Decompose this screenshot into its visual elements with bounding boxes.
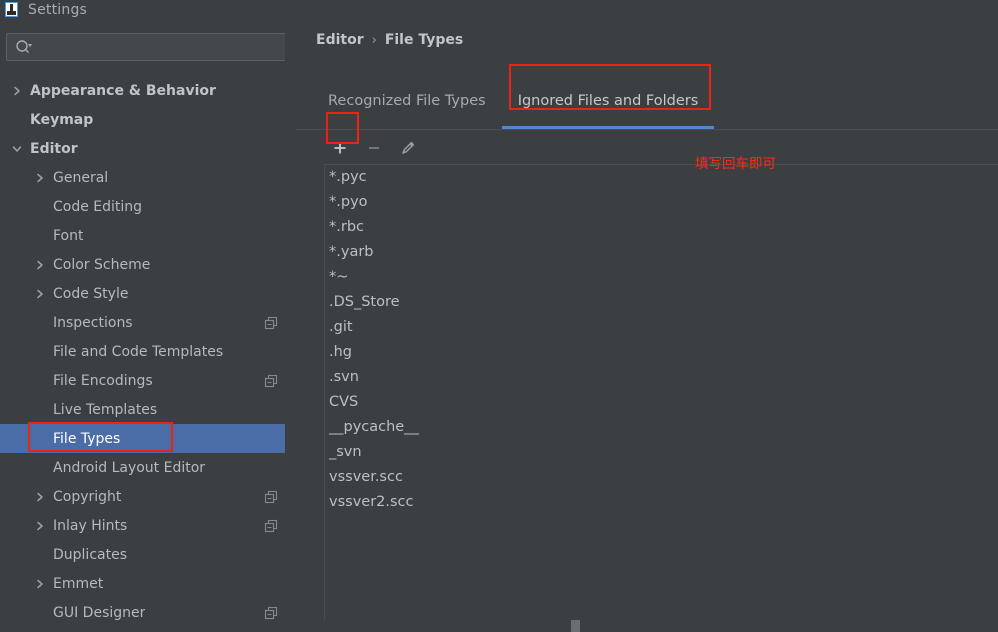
breadcrumb: Editor › File Types (316, 32, 463, 48)
sidebar-item-label: File Types (53, 430, 121, 447)
settings-tree[interactable]: Appearance & Behavior Keymap Editor General… (0, 76, 296, 620)
sidebar-item-label: Keymap (30, 111, 94, 128)
list-item[interactable]: *~ (325, 265, 998, 290)
sidebar-item-file-encodings[interactable]: File Encodings (0, 366, 296, 395)
sidebar-item-emmet[interactable]: Emmet (0, 569, 296, 598)
copy-settings-icon[interactable] (264, 490, 278, 504)
ignored-files-list[interactable]: *.pyc *.pyo *.rbc *.yarb *~ .DS_Store .git .hg.… (324, 165, 998, 620)
minus-icon (369, 146, 379, 149)
sidebar-item-editor[interactable]: Editor (0, 134, 296, 163)
sidebar-item-label: Code Style (53, 285, 129, 302)
settings-main-panel: Editor › File Types Recognized File Type… (296, 22, 998, 620)
list-item[interactable]: *.pyc (325, 165, 998, 190)
add-button[interactable] (326, 134, 354, 161)
list-item[interactable]: .DS_Store (325, 290, 998, 315)
sidebar-item-label: Inlay Hints (53, 517, 128, 534)
chevron-right-icon[interactable] (33, 258, 47, 272)
sidebar-item-label: General (53, 169, 109, 186)
sidebar-scrollbar-track[interactable] (285, 22, 580, 632)
active-tab-underline (501, 126, 715, 129)
chevron-right-icon[interactable] (33, 519, 47, 533)
list-item[interactable]: CVS (325, 390, 998, 415)
sidebar-item-label: Editor (30, 140, 78, 157)
remove-button[interactable] (360, 134, 388, 161)
sidebar-item-general[interactable]: General (0, 163, 296, 192)
sidebar-item-label: Live Templates (53, 401, 158, 418)
tab-bar: Recognized File Types Ignored Files and F… (312, 84, 715, 130)
chevron-right-icon[interactable] (33, 287, 47, 301)
list-item[interactable]: vssver.scc (325, 465, 998, 490)
chevron-right-icon: › (371, 32, 377, 48)
sidebar-item-label: Duplicates (53, 546, 127, 563)
sidebar-item-duplicates[interactable]: Duplicates (0, 540, 296, 569)
list-item[interactable]: .svn (325, 365, 998, 390)
sidebar-item-copyright[interactable]: Copyright (0, 482, 296, 511)
sidebar-item-label: Copyright (53, 488, 122, 505)
pencil-icon (402, 141, 415, 154)
sidebar-item-label: Code Editing (53, 198, 143, 215)
settings-window-icon (4, 2, 20, 18)
list-item[interactable]: *.pyo (325, 190, 998, 215)
sidebar-item-code-editing[interactable]: Code Editing (0, 192, 296, 221)
search-field-wrapper (6, 33, 286, 61)
list-item[interactable]: .git (325, 315, 998, 340)
window-titlebar: Settings (0, 0, 998, 22)
tab-ignored-files-and-folders[interactable]: Ignored Files and Folders (501, 84, 715, 130)
tab-label: Ignored Files and Folders (517, 93, 699, 109)
chevron-right-icon[interactable] (33, 577, 47, 591)
chevron-right-icon[interactable] (10, 84, 24, 98)
sidebar-item-label: File Encodings (53, 372, 153, 389)
edit-button[interactable] (394, 134, 422, 161)
sidebar-item-font[interactable]: Font (0, 221, 296, 250)
sidebar-item-color-scheme[interactable]: Color Scheme (0, 250, 296, 279)
sidebar-item-code-style[interactable]: Code Style (0, 279, 296, 308)
sidebar-item-gui-designer[interactable]: GUI Designer (0, 598, 296, 620)
sidebar-item-label: Color Scheme (53, 256, 151, 273)
settings-sidebar: Appearance & Behavior Keymap Editor General… (0, 22, 296, 620)
tab-recognized-file-types[interactable]: Recognized File Types (312, 84, 502, 130)
list-toolbar (296, 130, 998, 165)
list-item[interactable]: __pycache__ (325, 415, 998, 440)
list-item[interactable]: vssver2.scc (325, 490, 998, 515)
sidebar-item-label: File and Code Templates (53, 343, 224, 360)
breadcrumb-leaf: File Types (384, 32, 464, 48)
search-input[interactable] (6, 33, 286, 61)
sidebar-item-label: Emmet (53, 575, 104, 592)
sidebar-item-file-types[interactable]: File Types (0, 424, 296, 453)
sidebar-item-label: Appearance & Behavior (30, 82, 216, 99)
sidebar-item-label: Inspections (53, 314, 133, 331)
sidebar-item-label: GUI Designer (53, 604, 146, 621)
plus-icon (334, 142, 346, 153)
sidebar-item-label: Android Layout Editor (53, 459, 206, 476)
chevron-right-icon[interactable] (33, 490, 47, 504)
list-item[interactable]: *.yarb (325, 240, 998, 265)
sidebar-item-appearance-behavior[interactable]: Appearance & Behavior (0, 76, 296, 105)
chevron-right-icon[interactable] (33, 171, 47, 185)
sidebar-item-label: Font (53, 227, 84, 244)
sidebar-item-file-and-code-templates[interactable]: File and Code Templates (0, 337, 296, 366)
sidebar-item-inlay-hints[interactable]: Inlay Hints (0, 511, 296, 540)
copy-settings-icon[interactable] (264, 519, 278, 533)
copy-settings-icon[interactable] (264, 374, 278, 388)
chevron-down-icon[interactable] (10, 142, 24, 156)
sidebar-item-android-layout-editor[interactable]: Android Layout Editor (0, 453, 296, 482)
copy-settings-icon[interactable] (264, 316, 278, 330)
sidebar-item-keymap[interactable]: Keymap (0, 105, 296, 134)
window-title: Settings (28, 2, 88, 18)
copy-settings-icon[interactable] (264, 606, 278, 620)
list-item[interactable]: *.rbc (325, 215, 998, 240)
sidebar-item-live-templates[interactable]: Live Templates (0, 395, 296, 424)
tab-label: Recognized File Types (328, 93, 486, 109)
list-item[interactable]: .hg (325, 340, 998, 365)
breadcrumb-root[interactable]: Editor (316, 32, 364, 48)
sidebar-item-inspections[interactable]: Inspections (0, 308, 296, 337)
list-item[interactable]: _svn (325, 440, 998, 465)
